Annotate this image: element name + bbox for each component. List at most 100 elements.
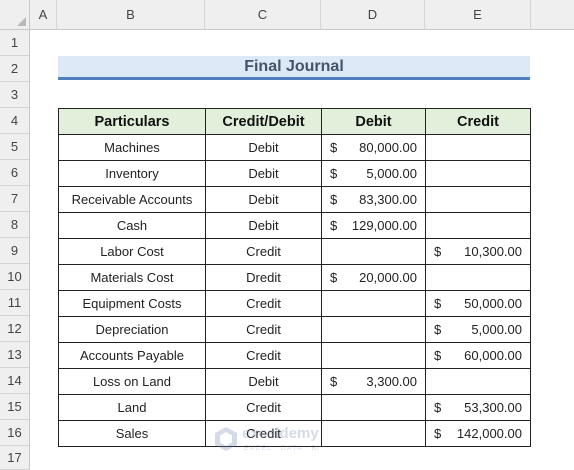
debit-amount: 3,300.00 bbox=[366, 374, 417, 389]
credit-amount: 5,000.00 bbox=[471, 322, 522, 337]
exceldemy-watermark: exceldemy EXCEL · DATA · BI bbox=[214, 424, 364, 458]
cell-credit-debit[interactable]: Credit bbox=[205, 290, 322, 317]
cell-credit-debit[interactable]: Credit bbox=[205, 342, 322, 369]
cell-credit-debit[interactable]: Credit bbox=[205, 316, 322, 343]
row-header-1[interactable]: 1 bbox=[0, 30, 30, 56]
cell-particulars[interactable]: Receivable Accounts bbox=[58, 186, 206, 213]
header-credit-debit[interactable]: Credit/Debit bbox=[205, 108, 322, 135]
cell-credit-debit[interactable]: Debit bbox=[205, 212, 322, 239]
cell-debit[interactable]: $5,000.00 bbox=[321, 160, 426, 187]
cell-particulars[interactable]: Land bbox=[58, 394, 206, 421]
row-header-17[interactable]: 17 bbox=[0, 446, 30, 470]
cell-credit-debit[interactable]: Debit bbox=[205, 368, 322, 395]
cell-debit[interactable]: $83,300.00 bbox=[321, 186, 426, 213]
row-header-7[interactable]: 7 bbox=[0, 186, 30, 212]
currency-symbol: $ bbox=[434, 322, 442, 337]
debit-amount: 83,300.00 bbox=[359, 192, 417, 207]
row-header-15[interactable]: 15 bbox=[0, 394, 30, 420]
cell-debit[interactable] bbox=[321, 342, 426, 369]
cell-credit[interactable]: $10,300.00 bbox=[425, 238, 531, 265]
column-header-b[interactable]: B bbox=[57, 0, 205, 30]
row-header-3[interactable]: 3 bbox=[0, 82, 30, 108]
row-header-6[interactable]: 6 bbox=[0, 160, 30, 186]
column-header-d[interactable]: D bbox=[321, 0, 425, 30]
cell-debit[interactable] bbox=[321, 394, 426, 421]
cell-credit[interactable]: $50,000.00 bbox=[425, 290, 531, 317]
debit-amount: 80,000.00 bbox=[359, 140, 417, 155]
currency-symbol: $ bbox=[434, 426, 442, 441]
header-credit[interactable]: Credit bbox=[425, 108, 531, 135]
cell-credit[interactable]: $142,000.00 bbox=[425, 420, 531, 447]
credit-amount: 142,000.00 bbox=[456, 426, 522, 441]
credit-amount: 10,300.00 bbox=[464, 244, 522, 259]
row-header-8[interactable]: 8 bbox=[0, 212, 30, 238]
row-header-4[interactable]: 4 bbox=[0, 108, 30, 134]
table-row: Equipment Costs Credit $50,000.00 bbox=[58, 290, 531, 317]
cell-debit[interactable] bbox=[321, 238, 426, 265]
row-header-16[interactable]: 16 bbox=[0, 420, 30, 446]
row-header-5[interactable]: 5 bbox=[0, 134, 30, 160]
cell-particulars[interactable]: Cash bbox=[58, 212, 206, 239]
currency-symbol: $ bbox=[330, 140, 338, 155]
exceldemy-logo-icon bbox=[215, 427, 237, 451]
cell-particulars[interactable]: Materials Cost bbox=[58, 264, 206, 291]
watermark-tagline: EXCEL · DATA · BI bbox=[244, 445, 320, 452]
row-header-11[interactable]: 11 bbox=[0, 290, 30, 316]
table-row: Depreciation Credit $5,000.00 bbox=[58, 316, 531, 343]
debit-amount: 5,000.00 bbox=[366, 166, 417, 181]
cell-particulars[interactable]: Inventory bbox=[58, 160, 206, 187]
cell-particulars[interactable]: Machines bbox=[58, 134, 206, 161]
row-header-2[interactable]: 2 bbox=[0, 56, 30, 82]
currency-symbol: $ bbox=[330, 192, 338, 207]
cell-credit-debit[interactable]: Credit bbox=[205, 238, 322, 265]
currency-symbol: $ bbox=[434, 400, 442, 415]
cell-credit[interactable]: $53,300.00 bbox=[425, 394, 531, 421]
cell-credit[interactable] bbox=[425, 264, 531, 291]
cell-debit[interactable]: $129,000.00 bbox=[321, 212, 426, 239]
cell-debit[interactable]: $20,000.00 bbox=[321, 264, 426, 291]
table-row: Labor Cost Credit $10,300.00 bbox=[58, 238, 531, 265]
cell-particulars[interactable]: Loss on Land bbox=[58, 368, 206, 395]
row-header-13[interactable]: 13 bbox=[0, 342, 30, 368]
row-header-14[interactable]: 14 bbox=[0, 368, 30, 394]
row-header-10[interactable]: 10 bbox=[0, 264, 30, 290]
cell-debit[interactable] bbox=[321, 290, 426, 317]
column-header-f-partial[interactable] bbox=[531, 0, 574, 30]
cell-credit-debit[interactable]: Debit bbox=[205, 186, 322, 213]
cell-credit[interactable]: $5,000.00 bbox=[425, 316, 531, 343]
cell-debit[interactable]: $80,000.00 bbox=[321, 134, 426, 161]
cell-credit[interactable] bbox=[425, 134, 531, 161]
table-row: Loss on Land Debit $3,300.00 bbox=[58, 368, 531, 395]
column-header-e[interactable]: E bbox=[425, 0, 531, 30]
journal-title[interactable]: Final Journal bbox=[58, 56, 530, 80]
column-header-a[interactable]: A bbox=[30, 0, 57, 30]
cell-credit-debit[interactable]: Credit bbox=[205, 394, 322, 421]
cell-particulars[interactable]: Accounts Payable bbox=[58, 342, 206, 369]
cell-credit-debit[interactable]: Debit bbox=[205, 160, 322, 187]
table-row: Accounts Payable Credit $60,000.00 bbox=[58, 342, 531, 369]
column-header-c[interactable]: C bbox=[205, 0, 321, 30]
cell-credit[interactable] bbox=[425, 160, 531, 187]
row-header-9[interactable]: 9 bbox=[0, 238, 30, 264]
cell-debit[interactable] bbox=[321, 316, 426, 343]
cell-particulars[interactable]: Equipment Costs bbox=[58, 290, 206, 317]
cell-particulars[interactable]: Sales bbox=[58, 420, 206, 447]
cell-credit[interactable]: $60,000.00 bbox=[425, 342, 531, 369]
row-header-12[interactable]: 12 bbox=[0, 316, 30, 342]
cell-credit-debit[interactable]: Debit bbox=[205, 134, 322, 161]
cell-credit-debit[interactable]: Dredit bbox=[205, 264, 322, 291]
table-row: Machines Debit $80,000.00 bbox=[58, 134, 531, 161]
cell-credit[interactable] bbox=[425, 186, 531, 213]
table-header-row: Particulars Credit/Debit Debit Credit bbox=[58, 108, 531, 135]
cell-particulars[interactable]: Labor Cost bbox=[58, 238, 206, 265]
header-debit[interactable]: Debit bbox=[321, 108, 426, 135]
cell-particulars[interactable]: Depreciation bbox=[58, 316, 206, 343]
debit-amount: 129,000.00 bbox=[351, 218, 417, 233]
cell-credit[interactable] bbox=[425, 212, 531, 239]
cell-credit[interactable] bbox=[425, 368, 531, 395]
currency-symbol: $ bbox=[434, 348, 442, 363]
cell-debit[interactable]: $3,300.00 bbox=[321, 368, 426, 395]
select-all-corner[interactable] bbox=[0, 0, 30, 30]
header-particulars[interactable]: Particulars bbox=[58, 108, 206, 135]
debit-amount: 20,000.00 bbox=[359, 270, 417, 285]
